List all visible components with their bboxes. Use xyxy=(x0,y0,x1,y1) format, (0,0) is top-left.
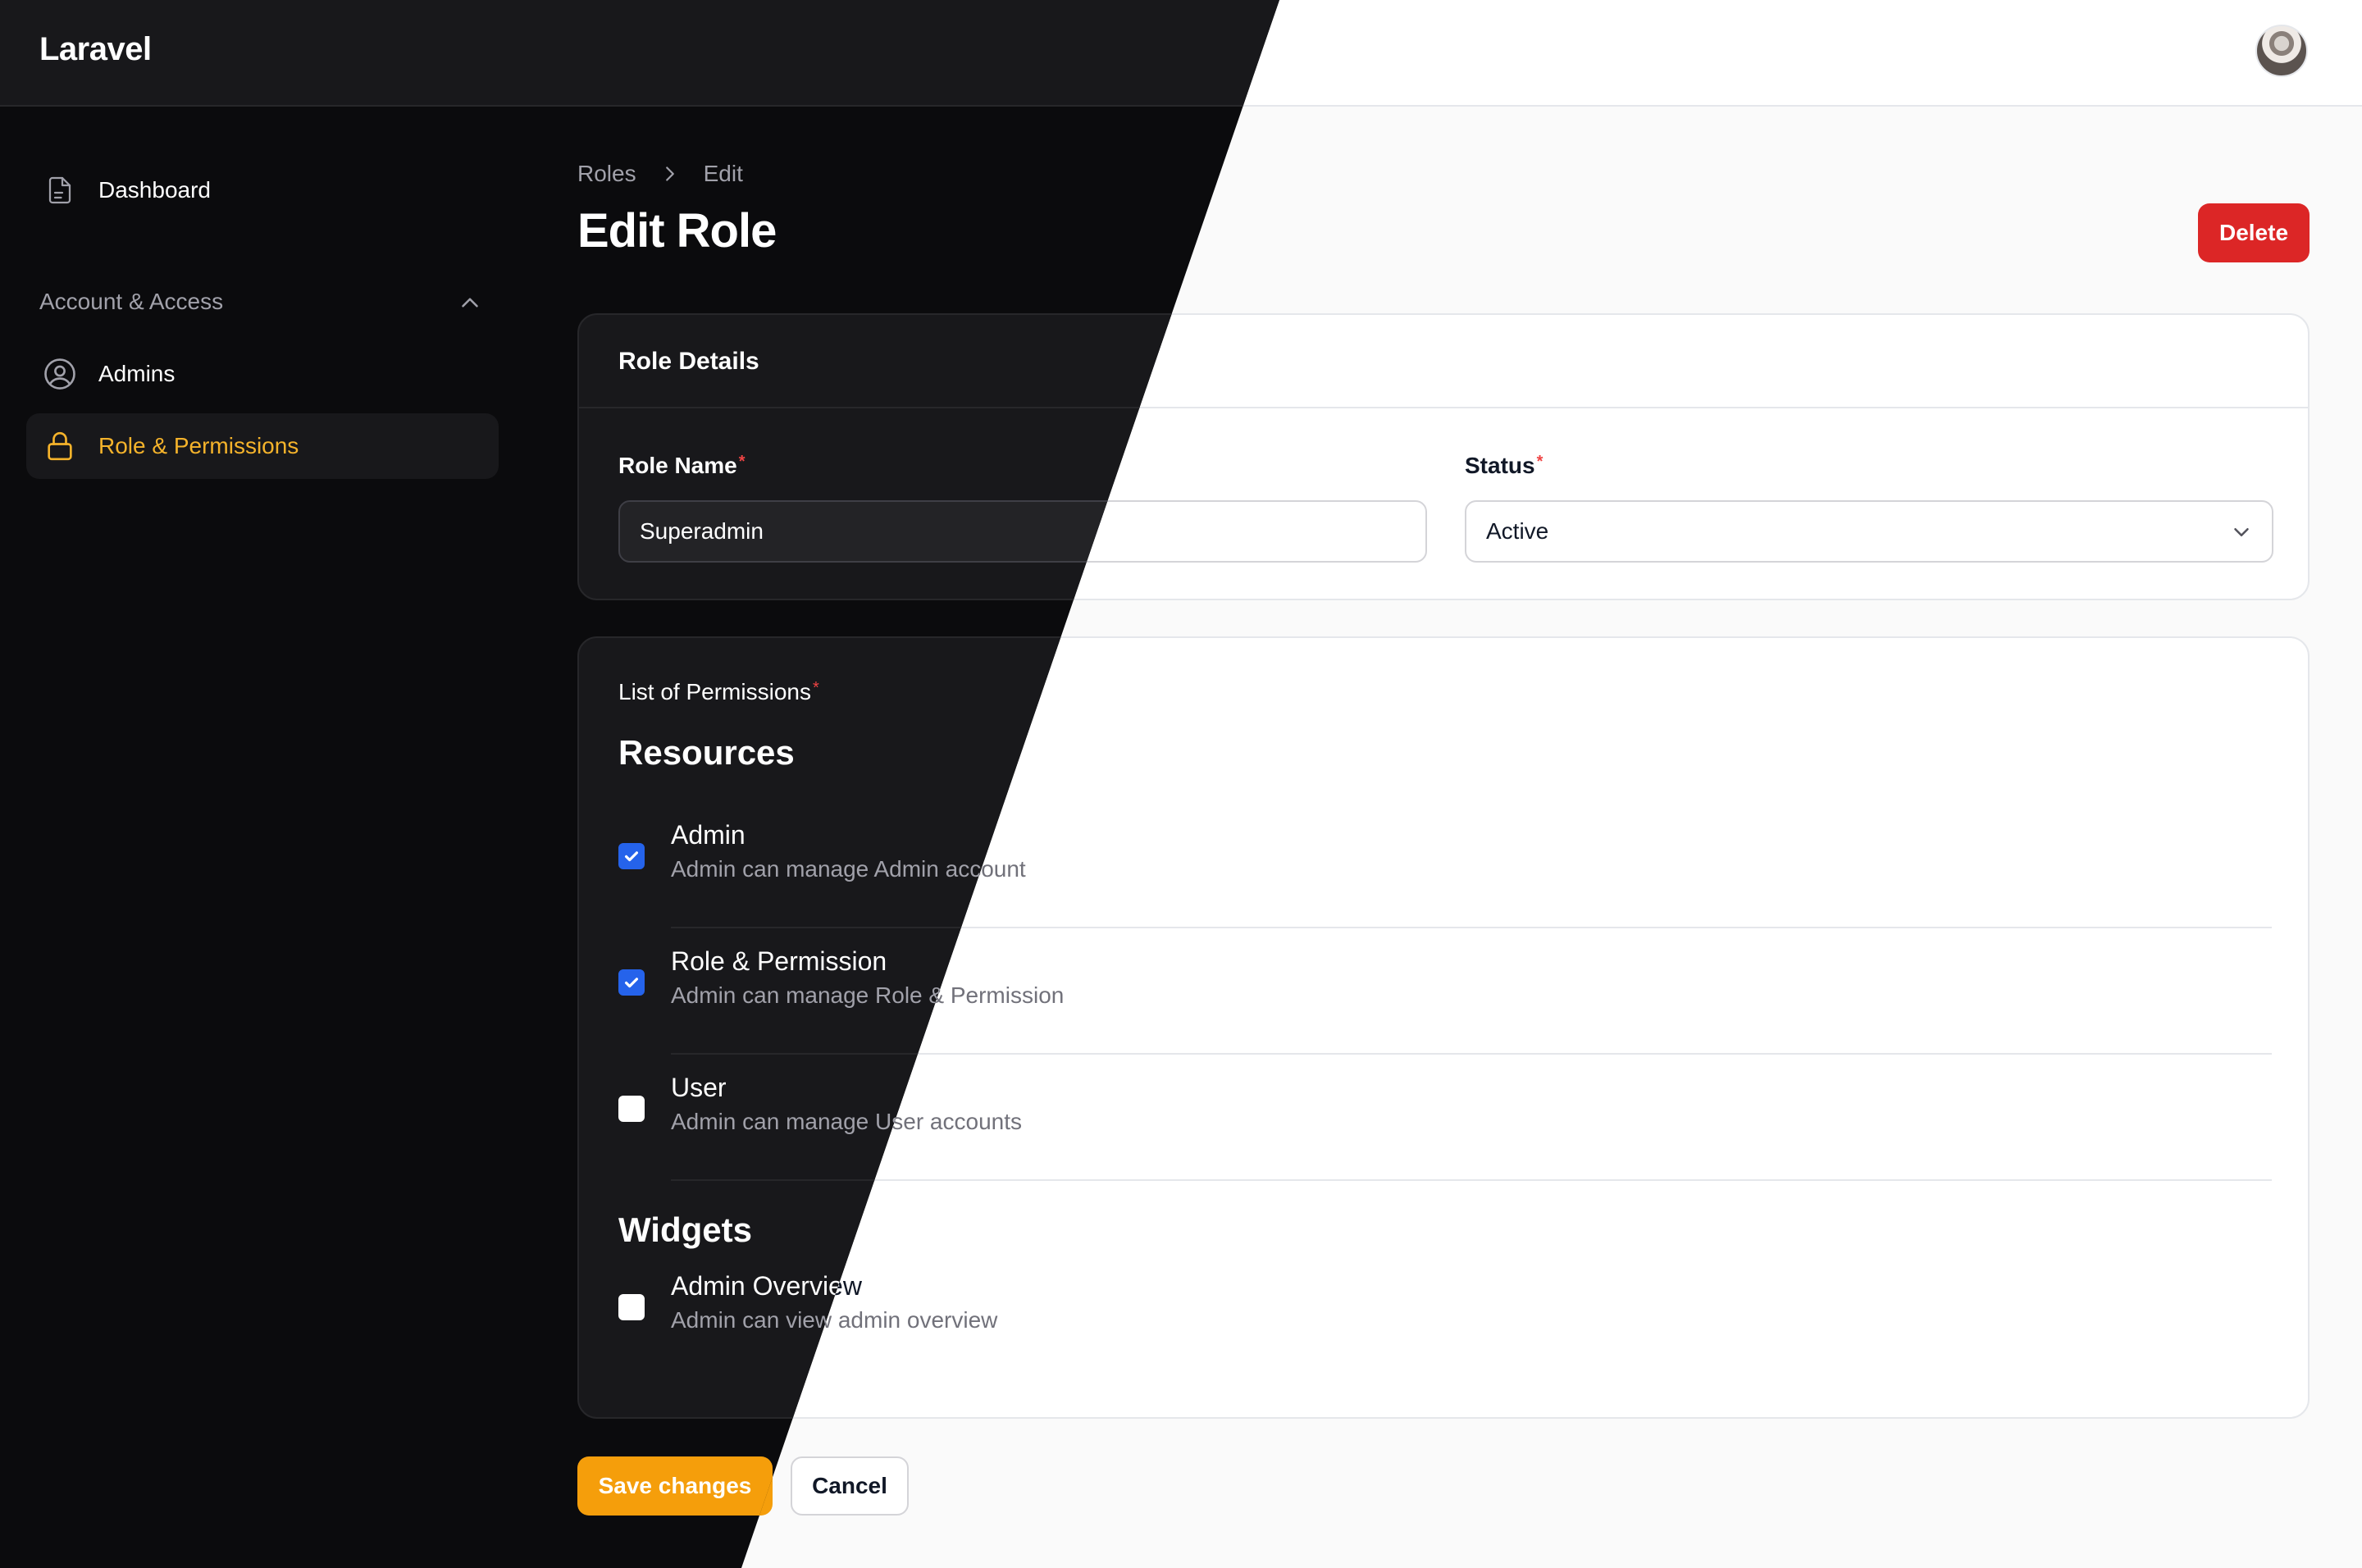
permission-description: Admin can manage Admin account xyxy=(671,856,1026,882)
divider xyxy=(671,1179,2272,1181)
user-avatar[interactable] xyxy=(2255,25,2308,77)
widgets-heading: Widgets xyxy=(618,1210,752,1249)
input-value: Superadmin xyxy=(640,518,764,544)
permission-title: User xyxy=(671,1073,727,1102)
checkbox-role-permission[interactable] xyxy=(618,969,645,996)
required-mark: * xyxy=(738,453,746,471)
required-mark: * xyxy=(1536,453,1544,471)
label-text: Status xyxy=(1465,453,1535,478)
sidebar-item-label: Role & Permissions xyxy=(98,433,299,458)
required-mark: * xyxy=(812,679,819,697)
page-title: Edit Role xyxy=(577,204,777,258)
brand-logo[interactable]: Laravel xyxy=(39,31,152,68)
user-circle-icon xyxy=(43,357,77,391)
status-label: Status* xyxy=(1465,453,1543,479)
checkbox-user[interactable] xyxy=(618,1096,645,1122)
chevron-down-icon xyxy=(2229,520,2254,545)
permissions-label: List of Permissions* xyxy=(618,679,819,705)
label-text: List of Permissions xyxy=(618,679,811,704)
card-title: Role Details xyxy=(618,348,759,375)
sidebar-item-label: Admins xyxy=(98,361,176,386)
sidebar-item-dashboard[interactable]: Dashboard xyxy=(26,157,499,223)
delete-button[interactable]: Delete xyxy=(2198,203,2310,262)
save-changes-button[interactable]: Save changes xyxy=(577,1456,773,1516)
resources-heading: Resources xyxy=(618,733,795,772)
permission-title: Admin Overview xyxy=(671,1271,862,1301)
breadcrumb: Roles Edit xyxy=(577,161,743,187)
cancel-button[interactable]: Cancel xyxy=(791,1456,909,1516)
sidebar-item-admins[interactable]: Admins xyxy=(26,341,499,407)
role-name-label: Role Name* xyxy=(618,453,746,479)
checkbox-admin[interactable] xyxy=(618,843,645,869)
document-icon xyxy=(43,173,77,207)
check-icon xyxy=(624,978,639,988)
breadcrumb-link-roles[interactable]: Roles xyxy=(577,161,636,187)
sidebar-item-role-permissions[interactable]: Role & Permissions xyxy=(26,413,499,479)
label-text: Role Name xyxy=(618,453,737,478)
chevron-right-icon xyxy=(658,162,682,186)
status-select[interactable]: Active xyxy=(1465,500,2273,563)
select-value: Active xyxy=(1486,518,1549,544)
checkbox-admin-overview[interactable] xyxy=(618,1294,645,1320)
permission-item-admin-overview: Admin Overview Admin can view admin over… xyxy=(618,1253,2272,1379)
sidebar-item-label: Dashboard xyxy=(98,177,211,203)
permission-title: Role & Permission xyxy=(671,946,887,976)
breadcrumb-current: Edit xyxy=(703,161,743,186)
chevron-up-icon[interactable] xyxy=(456,289,484,317)
check-icon xyxy=(624,851,639,862)
permission-title: Admin xyxy=(671,820,746,850)
lock-icon xyxy=(43,429,77,463)
sidebar-group-label: Account & Access xyxy=(39,289,224,314)
sidebar: Dashboard Account & Access Admins Role &… xyxy=(0,107,525,1568)
